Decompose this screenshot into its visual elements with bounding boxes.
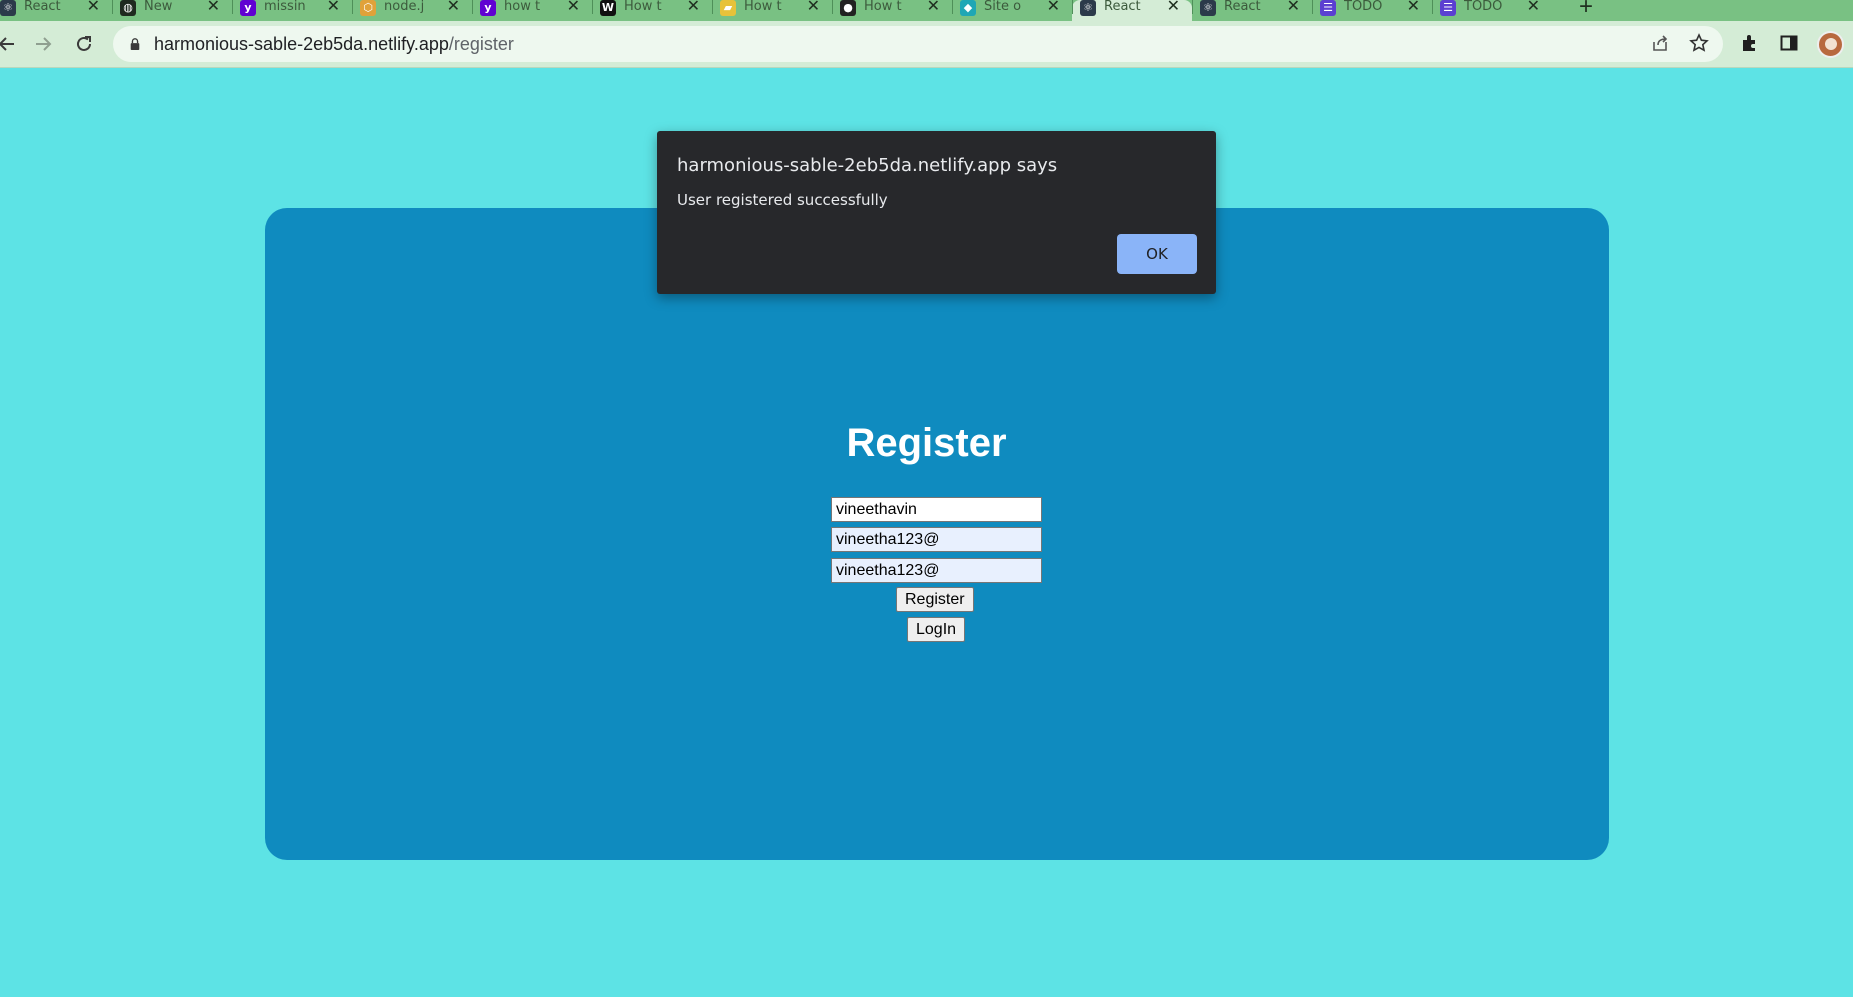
back-arrow-icon[interactable] bbox=[0, 31, 20, 57]
browser-tab[interactable]: ⚛ React ✕ bbox=[0, 0, 112, 21]
browser-tab[interactable]: ◍ New ✕ bbox=[112, 0, 232, 21]
tab-title: How t bbox=[624, 0, 662, 14]
tab-separator bbox=[952, 0, 953, 14]
tab-close-icon[interactable]: ✕ bbox=[687, 0, 700, 15]
tab-close-icon[interactable]: ✕ bbox=[1407, 0, 1420, 15]
tab-close-icon[interactable]: ✕ bbox=[327, 0, 340, 15]
username-input[interactable] bbox=[831, 497, 1042, 522]
browser-tab[interactable]: ◆ Site o ✕ bbox=[952, 0, 1072, 21]
react-favicon-icon: ⚛ bbox=[0, 0, 16, 16]
react-favicon-icon: ⚛ bbox=[1200, 0, 1216, 16]
dialog-message: User registered successfully bbox=[677, 191, 888, 209]
globe-favicon-icon: ◍ bbox=[120, 0, 136, 16]
bookmark-star-icon[interactable] bbox=[1689, 33, 1709, 59]
url-host: harmonious-sable-2eb5da.netlify.app bbox=[154, 33, 449, 54]
tab-separator bbox=[832, 0, 833, 14]
tab-title: How t bbox=[864, 0, 902, 14]
confirm-password-input[interactable] bbox=[831, 558, 1042, 583]
react-favicon-icon: ⚛ bbox=[1080, 0, 1096, 16]
tab-title: React bbox=[1224, 0, 1261, 14]
tab-title: node.j bbox=[384, 0, 425, 14]
todo-favicon-icon: ☰ bbox=[1320, 0, 1336, 16]
browser-tab[interactable]: ☰ TODO ✕ bbox=[1432, 0, 1552, 21]
yahoo-favicon-icon: y bbox=[240, 0, 256, 16]
dialog-title: harmonious-sable-2eb5da.netlify.app says bbox=[677, 155, 1058, 176]
tab-separator bbox=[712, 0, 713, 14]
tab-title: React bbox=[1104, 0, 1141, 14]
password-input[interactable] bbox=[831, 527, 1042, 552]
tab-separator bbox=[1312, 0, 1313, 14]
tab-close-icon[interactable]: ✕ bbox=[1527, 0, 1540, 15]
tab-close-icon[interactable]: ✕ bbox=[927, 0, 940, 15]
tab-close-icon[interactable]: ✕ bbox=[87, 0, 100, 15]
tab-title: Site o bbox=[984, 0, 1022, 14]
tab-separator bbox=[1432, 0, 1433, 14]
browser-tab[interactable]: ● How t ✕ bbox=[832, 0, 952, 21]
alert-dialog: harmonious-sable-2eb5da.netlify.app says… bbox=[657, 131, 1216, 294]
code-favicon-icon: W bbox=[600, 0, 616, 16]
tab-title: How t bbox=[744, 0, 782, 14]
node-favicon-icon: ⬡ bbox=[360, 0, 376, 16]
tab-close-icon[interactable]: ✕ bbox=[807, 0, 820, 15]
profile-avatar[interactable] bbox=[1817, 31, 1844, 58]
tab-separator bbox=[232, 0, 233, 14]
tab-close-icon[interactable]: ✕ bbox=[567, 0, 580, 15]
tab-separator bbox=[1072, 0, 1073, 14]
login-button[interactable]: LogIn bbox=[907, 617, 966, 642]
tab-separator bbox=[472, 0, 473, 14]
tab-separator bbox=[1192, 0, 1193, 14]
tab-separator bbox=[592, 0, 593, 14]
lock-icon[interactable] bbox=[129, 38, 141, 50]
tab-title: TODO bbox=[1344, 0, 1383, 14]
tab-separator bbox=[352, 0, 353, 14]
register-heading: Register bbox=[846, 421, 1007, 465]
tab-title: React bbox=[24, 0, 61, 14]
browser-tab[interactable]: W How t ✕ bbox=[592, 0, 712, 21]
reload-icon[interactable] bbox=[71, 31, 97, 57]
extensions-puzzle-icon[interactable] bbox=[1740, 33, 1760, 59]
browser-tab[interactable]: ⬡ node.j ✕ bbox=[352, 0, 472, 21]
tab-close-icon[interactable]: ✕ bbox=[207, 0, 220, 15]
browser-tab[interactable]: ☰ TODO ✕ bbox=[1312, 0, 1432, 21]
browser-tab[interactable]: y how t ✕ bbox=[472, 0, 592, 21]
dialog-ok-button[interactable]: OK bbox=[1117, 234, 1197, 274]
github-favicon-icon: ● bbox=[840, 0, 856, 16]
yahoo-favicon-icon: y bbox=[480, 0, 496, 16]
tab-close-icon[interactable]: ✕ bbox=[1047, 0, 1060, 15]
new-tab-button[interactable]: + bbox=[1579, 0, 1593, 21]
browser-tab[interactable]: ⚛ React ✕ bbox=[1192, 0, 1312, 21]
folder-favicon-icon: ▰ bbox=[720, 0, 736, 16]
netlify-favicon-icon: ◆ bbox=[960, 0, 976, 16]
tab-close-icon[interactable]: ✕ bbox=[1167, 0, 1180, 15]
tab-close-icon[interactable]: ✕ bbox=[1287, 0, 1300, 15]
browser-toolbar: harmonious-sable-2eb5da.netlify.app/regi… bbox=[0, 21, 1853, 68]
tab-title: how t bbox=[504, 0, 541, 14]
tab-close-icon[interactable]: ✕ bbox=[447, 0, 460, 15]
url-text: harmonious-sable-2eb5da.netlify.app/regi… bbox=[154, 34, 514, 55]
url-path: /register bbox=[448, 33, 514, 54]
page-content: Register Register LogIn harmonious-sable… bbox=[0, 68, 1853, 997]
tab-separator bbox=[112, 0, 113, 14]
address-bar[interactable]: harmonious-sable-2eb5da.netlify.app/regi… bbox=[113, 26, 1723, 62]
side-panel-icon[interactable] bbox=[1779, 33, 1799, 59]
tab-title: missin bbox=[264, 0, 306, 14]
browser-tab[interactable]: ▰ How t ✕ bbox=[712, 0, 832, 21]
todo-favicon-icon: ☰ bbox=[1440, 0, 1456, 16]
browser-tab[interactable]: y missin ✕ bbox=[232, 0, 352, 21]
browser-tab[interactable]: ⚛ React ✕ bbox=[1072, 0, 1192, 21]
tab-title: TODO bbox=[1464, 0, 1503, 14]
share-icon[interactable] bbox=[1650, 33, 1670, 59]
tab-title: New bbox=[144, 0, 173, 14]
forward-arrow-icon[interactable] bbox=[30, 31, 56, 57]
register-button[interactable]: Register bbox=[896, 587, 974, 612]
tab-strip: + ⚛ React ✕ ◍ New ✕ y missin ✕ ⬡ node.j ✕ y how t ✕ W Ho… bbox=[0, 0, 1853, 21]
